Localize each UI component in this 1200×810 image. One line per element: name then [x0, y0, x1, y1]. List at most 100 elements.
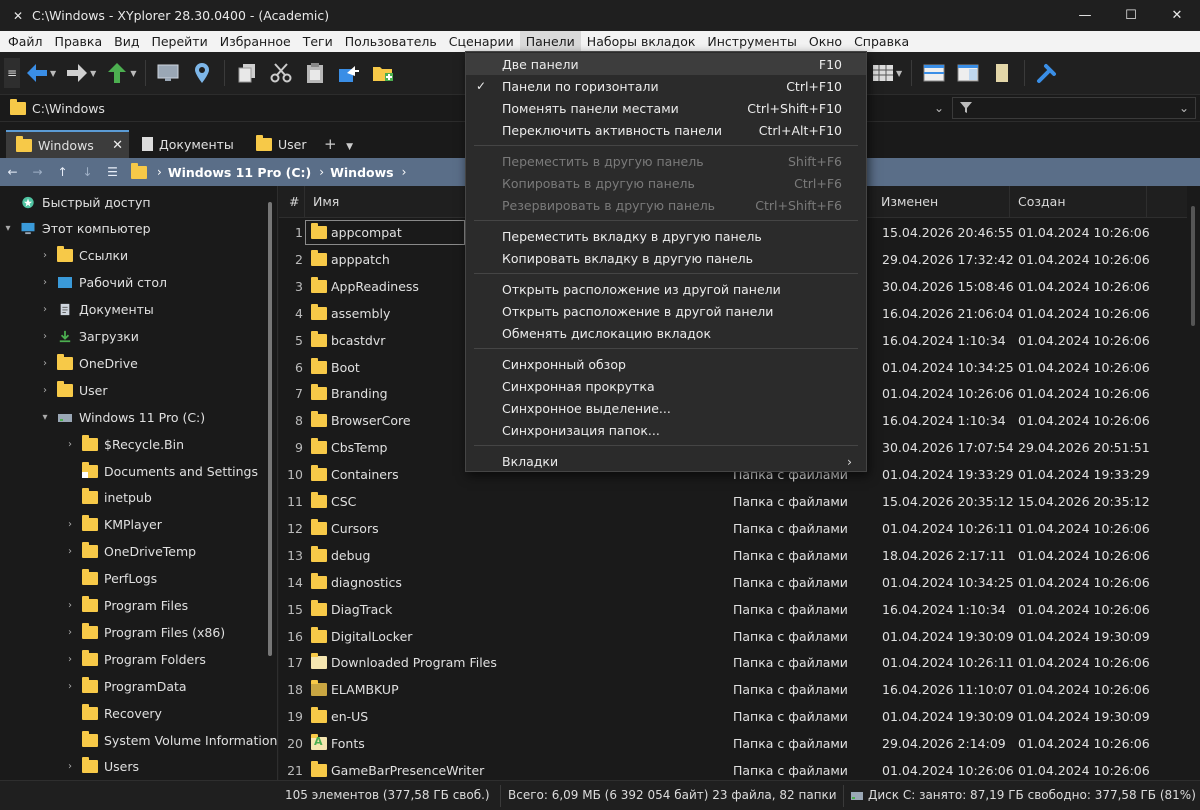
- folder-tree[interactable]: Быстрый доступ ▾ Этот компьютер › Ссылки › Раб…: [0, 186, 278, 805]
- tree-item[interactable]: System Volume Information: [64, 727, 277, 753]
- maximize-button[interactable]: ☐: [1108, 0, 1154, 31]
- table-row[interactable]: 16 DigitalLocker Папка с файлами 01.04.2024…: [279, 623, 1184, 650]
- tab-close-icon[interactable]: ✕: [112, 138, 123, 153]
- menu-item[interactable]: Файл: [2, 31, 49, 52]
- table-row[interactable]: 19 en-US Папка с файлами 01.04.2024 19:30:0…: [279, 703, 1184, 730]
- tree-item[interactable]: PerfLogs: [64, 566, 157, 592]
- chevron-right-icon[interactable]: ›: [64, 600, 76, 611]
- tree-item[interactable]: › Users: [64, 754, 139, 780]
- table-row[interactable]: 15 DiagTrack Папка с файлами 16.04.2024 1:1…: [279, 596, 1184, 623]
- breadcrumb-drive[interactable]: Windows 11 Pro (C:): [168, 165, 311, 180]
- tree-item[interactable]: › Program Files: [64, 593, 188, 619]
- tree-item[interactable]: › Ссылки: [39, 243, 128, 269]
- move-to-icon[interactable]: [335, 59, 363, 87]
- menu-item[interactable]: Пользователь: [339, 31, 443, 52]
- chevron-right-icon[interactable]: ›: [64, 654, 76, 665]
- tab-user[interactable]: User: [246, 130, 322, 158]
- table-row[interactable]: 18 ELAMBKUP Папка с файлами 16.04.2026 11:1…: [279, 676, 1184, 703]
- menu-item[interactable]: Правка: [49, 31, 109, 52]
- horizontal-panes-icon[interactable]: [920, 59, 948, 87]
- grid-view-icon[interactable]: [869, 59, 897, 87]
- table-row[interactable]: 11 CSC Папка с файлами 15.04.2026 20:35:12 1…: [279, 488, 1184, 515]
- chevron-right-icon[interactable]: ›: [39, 331, 51, 342]
- chevron-down-icon[interactable]: ▾: [2, 223, 14, 234]
- table-row[interactable]: 14 diagnostics Папка с файлами 01.04.2024 1…: [279, 569, 1184, 596]
- column-created[interactable]: Создан: [1010, 186, 1147, 218]
- tree-item[interactable]: ▾ Этот компьютер: [2, 216, 150, 242]
- back-icon[interactable]: ←: [0, 165, 25, 179]
- new-folder-icon[interactable]: [369, 59, 397, 87]
- forward-icon[interactable]: →: [25, 165, 50, 179]
- tree-item[interactable]: › OneDrive: [39, 350, 138, 376]
- breadcrumb-menu-icon[interactable]: ☰: [100, 165, 125, 179]
- chevron-right-icon[interactable]: ›: [64, 546, 76, 557]
- menu-item[interactable]: Открыть расположение из другой панели: [466, 278, 866, 300]
- address-path[interactable]: C:\Windows: [32, 101, 105, 116]
- table-row[interactable]: 20 A Fonts Папка с файлами 29.04.2026 2:14:0…: [279, 730, 1184, 757]
- tree-item[interactable]: › KMPlayer: [64, 512, 162, 538]
- notes-icon[interactable]: [988, 59, 1016, 87]
- up-arrow-icon[interactable]: [103, 59, 131, 87]
- menu-item[interactable]: Открыть расположение в другой панели: [466, 300, 866, 322]
- chevron-right-icon[interactable]: ›: [39, 250, 51, 261]
- menu-item[interactable]: Инструменты: [701, 31, 802, 52]
- column-modified[interactable]: Изменен: [873, 186, 1010, 218]
- menu-item[interactable]: Поменять панели местами Ctrl+Shift+F10: [466, 97, 866, 119]
- chevron-right-icon[interactable]: ›: [64, 681, 76, 692]
- menu-item[interactable]: Панели: [519, 31, 581, 52]
- settings-wrench-icon[interactable]: [1033, 59, 1061, 87]
- table-row[interactable]: 17 Downloaded Program Files Папка с файлам…: [279, 649, 1184, 676]
- menu-item[interactable]: ✓ Панели по горизонтали Ctrl+F10: [466, 75, 866, 97]
- scroll-thumb[interactable]: [1191, 206, 1195, 326]
- tree-item[interactable]: inetpub: [64, 485, 152, 511]
- table-row[interactable]: 12 Cursors Папка с файлами 01.04.2024 10:26…: [279, 515, 1184, 542]
- tree-item[interactable]: › OneDriveTemp: [64, 539, 196, 565]
- new-tab-button[interactable]: + ▼: [324, 135, 353, 153]
- chevron-right-icon[interactable]: ›: [402, 165, 407, 179]
- tree-item[interactable]: Documents and Settings: [64, 458, 258, 484]
- tree-item[interactable]: Быстрый доступ: [2, 189, 151, 215]
- menu-item[interactable]: Переключить активность панели Ctrl+Alt+F1…: [466, 119, 866, 141]
- tree-item[interactable]: › Program Folders: [64, 646, 206, 672]
- location-pin-icon[interactable]: [188, 59, 216, 87]
- chevron-right-icon[interactable]: ›: [39, 304, 51, 315]
- filter-input[interactable]: ⌄: [952, 97, 1196, 119]
- chevron-right-icon[interactable]: ›: [64, 519, 76, 530]
- toolbar-menu-icon[interactable]: ≡: [4, 58, 20, 88]
- table-row[interactable]: 13 debug Папка с файлами 18.04.2026 2:17:11…: [279, 542, 1184, 569]
- chevron-down-icon[interactable]: ▾: [39, 412, 51, 423]
- menu-item[interactable]: Переместить вкладку в другую панель: [466, 225, 866, 247]
- tree-item[interactable]: › Документы: [39, 297, 154, 323]
- menu-item[interactable]: Синхронное выделение...: [466, 397, 866, 419]
- menu-item[interactable]: Синхронный обзор: [466, 353, 866, 375]
- preview-pane-icon[interactable]: [954, 59, 982, 87]
- filter-dropdown-icon[interactable]: ⌄: [1179, 101, 1189, 115]
- tree-item[interactable]: › User: [39, 377, 108, 403]
- menu-item[interactable]: Перейти: [145, 31, 213, 52]
- tree-item[interactable]: Recovery: [64, 700, 162, 726]
- menu-item[interactable]: Синхронизация папок...: [466, 419, 866, 441]
- cut-scissors-icon[interactable]: [267, 59, 295, 87]
- tree-item[interactable]: › Загрузки: [39, 324, 139, 350]
- tab-list-dropdown-icon[interactable]: ▼: [346, 142, 353, 152]
- menu-item[interactable]: Вид: [108, 31, 145, 52]
- down-icon[interactable]: ↓: [75, 165, 100, 179]
- menu-item[interactable]: Окно: [803, 31, 848, 52]
- menu-item[interactable]: Копировать вкладку в другую панель: [466, 247, 866, 269]
- tree-item[interactable]: › Program Files (x86): [64, 619, 225, 645]
- tab-windows[interactable]: Windows ✕: [6, 130, 129, 158]
- menu-item[interactable]: Избранное: [214, 31, 297, 52]
- chevron-right-icon[interactable]: ›: [64, 761, 76, 772]
- chevron-right-icon[interactable]: ›: [39, 358, 51, 369]
- menu-item[interactable]: Справка: [848, 31, 915, 52]
- menu-item[interactable]: Сценарии: [443, 31, 520, 52]
- copy-icon[interactable]: [233, 59, 261, 87]
- breadcrumb-windows[interactable]: Windows: [330, 165, 394, 180]
- tree-item[interactable]: › Рабочий стол: [39, 270, 167, 296]
- forward-arrow-icon[interactable]: [63, 59, 91, 87]
- chevron-right-icon[interactable]: ›: [39, 277, 51, 288]
- tab-documents[interactable]: Документы: [132, 130, 242, 158]
- address-dropdown-icon[interactable]: ⌄: [866, 97, 948, 119]
- menu-item[interactable]: Наборы вкладок: [581, 31, 702, 52]
- tree-item[interactable]: › $Recycle.Bin: [64, 431, 184, 457]
